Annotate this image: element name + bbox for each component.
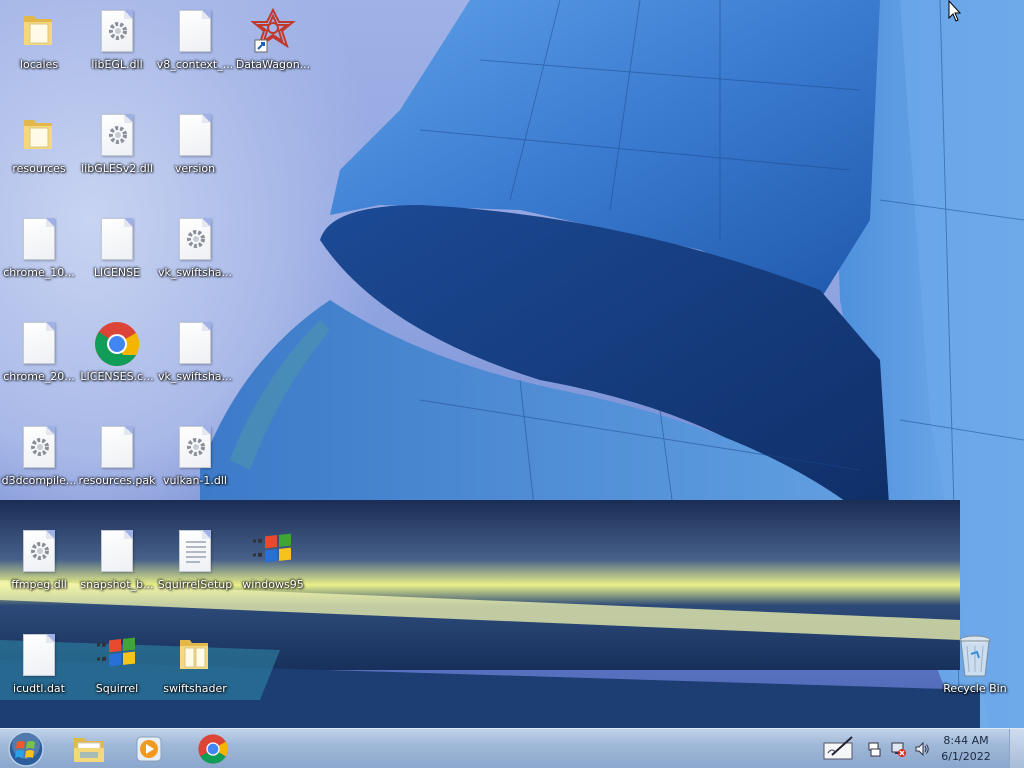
dll-file-icon <box>15 424 63 472</box>
blank-file-icon <box>171 8 219 56</box>
desktop-icon-vulkan[interactable]: vulkan-1.dll <box>156 416 234 508</box>
folder-icon <box>74 738 104 762</box>
desktop-icon-licenses-chrome[interactable]: LICENSES.c... <box>78 312 156 404</box>
tray-pen-input-icon[interactable] <box>822 735 856 763</box>
desktop-icon-label: vulkan-1.dll <box>163 474 227 487</box>
chrome-icon <box>198 734 228 764</box>
desktop-icon-label: vk_swiftsha... <box>157 266 233 279</box>
dll-file-icon <box>93 112 141 160</box>
desktop-icon-windows95[interactable]: windows95 <box>234 520 312 612</box>
desktop-icon-label: vk_swiftsha... <box>157 370 233 383</box>
datawagon-shortcut-icon <box>249 8 297 56</box>
blank-file-icon <box>171 320 219 368</box>
desktop-icon-libglesv2[interactable]: libGLESv2.dll <box>78 104 156 196</box>
taskbar: 8:44 AM 6/1/2022 <box>0 728 1024 768</box>
desktop-icon-label: locales <box>19 58 59 71</box>
blank-file-icon <box>15 632 63 680</box>
desktop-icon-label: snapshot_b... <box>80 578 154 591</box>
volume-icon[interactable] <box>914 741 930 757</box>
desktop-icon-label: DataWagon... <box>235 58 311 71</box>
desktop-icon-recycle-bin[interactable]: Recycle Bin <box>936 624 1014 716</box>
windows-logo-icon <box>93 632 141 680</box>
dll-file-icon <box>15 528 63 576</box>
desktop-icon-label: resources.pak <box>78 474 156 487</box>
desktop-icon-label: LICENSE <box>93 266 141 279</box>
dll-file-icon <box>93 8 141 56</box>
desktop-icon-label: libEGL.dll <box>91 58 143 71</box>
desktop-icon-label: SquirrelSetup <box>157 578 233 591</box>
desktop-icon-icudtl[interactable]: icudtl.dat <box>0 624 78 716</box>
desktop-icon-label: Squirrel <box>95 682 139 695</box>
blank-file-icon <box>15 320 63 368</box>
desktop-icon-label: d3dcompile... <box>1 474 77 487</box>
desktop-icon-version[interactable]: version <box>156 104 234 196</box>
desktop-icon-label: icudtl.dat <box>13 682 65 695</box>
action-center-icon[interactable] <box>866 741 882 757</box>
desktop-icon-swiftshader[interactable]: swiftshader <box>156 624 234 716</box>
network-icon[interactable] <box>890 741 906 757</box>
desktop-icon-ffmpeg[interactable]: ffmpeg.dll <box>0 520 78 612</box>
desktop-icon-chrome_20[interactable]: chrome_20... <box>0 312 78 404</box>
windows-start-orb-icon <box>8 731 44 767</box>
desktop-icon-vk-swiftshader-json[interactable]: vk_swiftsha... <box>156 312 234 404</box>
chrome-icon <box>93 320 141 368</box>
clock-time: 8:44 AM <box>943 734 989 747</box>
desktop-icon-label: Recycle Bin <box>943 682 1007 695</box>
dll-file-icon <box>171 424 219 472</box>
clock[interactable]: 8:44 AM 6/1/2022 <box>936 733 996 765</box>
desktop-icon-label: ffmpeg.dll <box>11 578 67 591</box>
desktop-icon-label: chrome_20... <box>3 370 75 383</box>
taskbar-file-explorer-button[interactable] <box>62 731 116 767</box>
desktop-icon-snapshot[interactable]: snapshot_b... <box>78 520 156 612</box>
desktop-icon-chrome_10[interactable]: chrome_10... <box>0 208 78 300</box>
desktop-icon-license[interactable]: LICENSE <box>78 208 156 300</box>
blank-file-icon <box>15 216 63 264</box>
desktop[interactable]: locales resources chrome_10... chrome_20… <box>0 0 1024 728</box>
desktop-icon-label: windows95 <box>242 578 304 591</box>
clock-date: 6/1/2022 <box>941 750 991 763</box>
recycle-bin-icon <box>951 632 999 680</box>
desktop-icon-v8-context[interactable]: v8_context_... <box>156 0 234 92</box>
desktop-icon-datawagon[interactable]: DataWagon... <box>234 0 312 92</box>
desktop-icon-label: chrome_10... <box>3 266 75 279</box>
mouse-cursor-icon <box>948 0 962 22</box>
taskbar-chrome-button[interactable] <box>186 731 240 767</box>
blank-file-icon <box>171 112 219 160</box>
desktop-icon-d3dcompiler[interactable]: d3dcompile... <box>0 416 78 508</box>
windows-logo-icon <box>249 528 297 576</box>
folder-icon <box>15 112 63 160</box>
desktop-icon-squirrel[interactable]: Squirrel <box>78 624 156 716</box>
desktop-icon-label: swiftshader <box>163 682 227 695</box>
desktop-icon-libegl[interactable]: libEGL.dll <box>78 0 156 92</box>
blank-file-icon <box>93 424 141 472</box>
blank-file-icon <box>93 528 141 576</box>
desktop-icon-resources-pak[interactable]: resources.pak <box>78 416 156 508</box>
text-file-icon <box>171 528 219 576</box>
folder-icon <box>171 632 219 680</box>
desktop-icon-label: v8_context_... <box>156 58 234 71</box>
dll-file-icon <box>171 216 219 264</box>
media-player-icon <box>136 736 162 762</box>
start-button[interactable] <box>6 730 46 768</box>
blank-file-icon <box>93 216 141 264</box>
desktop-icon-label: version <box>174 162 216 175</box>
desktop-icon-label: LICENSES.c... <box>80 370 154 383</box>
taskbar-media-player-button[interactable] <box>122 731 176 767</box>
desktop-icon-label: libGLESv2.dll <box>81 162 153 175</box>
desktop-icon-label: resources <box>12 162 66 175</box>
show-desktop-button[interactable] <box>1009 729 1024 768</box>
desktop-icon-locales[interactable]: locales <box>0 0 78 92</box>
desktop-icon-squirrelsetup[interactable]: SquirrelSetup <box>156 520 234 612</box>
desktop-icon-vk-swiftshader-dll[interactable]: vk_swiftsha... <box>156 208 234 300</box>
folder-icon <box>15 8 63 56</box>
desktop-icon-resources[interactable]: resources <box>0 104 78 196</box>
